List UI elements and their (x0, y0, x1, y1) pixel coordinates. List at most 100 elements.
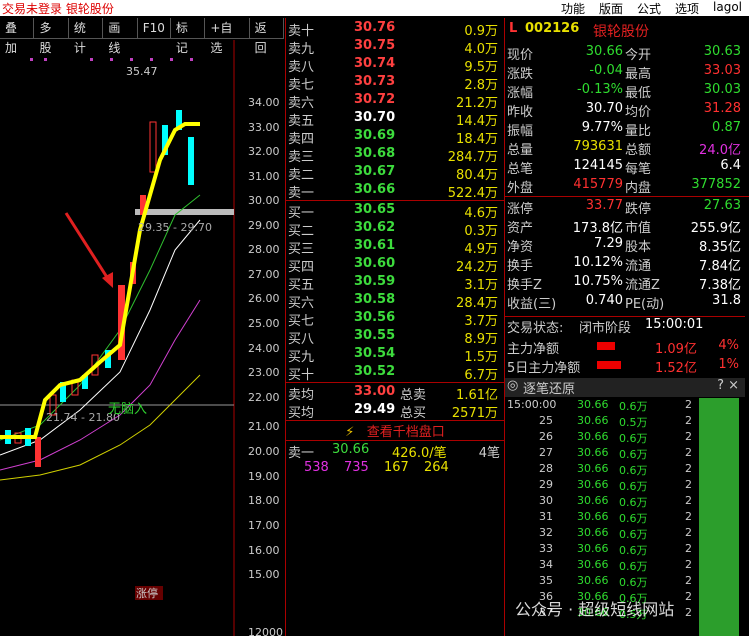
ask-row[interactable]: 卖八 30.74 9.5万 (288, 56, 502, 75)
level-label: 买八 (288, 332, 315, 347)
svg-text:25.00: 25.00 (248, 317, 280, 330)
level-volume: 8.9万 (464, 332, 498, 347)
level-label: 买五 (288, 278, 315, 293)
mark-button[interactable]: 标记 (171, 18, 206, 55)
level-volume: 14.4万 (456, 114, 498, 129)
bid-row[interactable]: 买五 30.59 3.1万 (288, 274, 502, 293)
bid-row[interactable]: 买十 30.52 6.7万 (288, 364, 502, 383)
quote-label: 总笔 (507, 162, 534, 177)
bid-row[interactable]: 买三 30.61 4.9万 (288, 238, 502, 257)
quote-label: 每笔 (625, 162, 652, 177)
status-time: 15:00:01 (645, 317, 704, 332)
level-label: 买六 (288, 296, 315, 311)
svg-text:32.00: 32.00 (248, 145, 280, 158)
bid-row[interactable]: 买九 30.54 1.5万 (288, 346, 502, 365)
f10-button[interactable]: F10 (138, 18, 171, 38)
quote-value: 6.4 (720, 158, 741, 173)
level-label: 买一 (288, 206, 315, 221)
limit-up-tag: 涨停 (136, 586, 158, 600)
trade-time: 32 (539, 526, 553, 539)
menu-function[interactable]: 功能 (554, 0, 592, 17)
trades-header[interactable]: ◎ 逐笔还原? × (505, 378, 745, 397)
level-price: 30.74 (354, 56, 396, 71)
trade-time: 30 (539, 494, 553, 507)
bid-row[interactable]: 买二 30.62 0.3万 (288, 220, 502, 239)
quote-value: 30.66 (585, 44, 623, 59)
menu-user[interactable]: lagol (706, 0, 749, 17)
avg-buy-row: 买均 29.49 总买 2571万 (288, 402, 502, 421)
back-button[interactable]: 返回 (250, 18, 285, 55)
trade-row: 28 30.66 0.6万 2 (505, 462, 745, 478)
ask-row[interactable]: 卖七 30.73 2.8万 (288, 74, 502, 93)
add-watchlist-button[interactable]: +自选 (205, 18, 250, 55)
total-label: 总卖 (400, 388, 427, 403)
quote-label: 跌停 (625, 202, 652, 217)
trade-volume: 0.6万 (619, 432, 648, 445)
depth-book-button[interactable]: ⚡ 查看千档盘口 (286, 421, 504, 440)
menu-options[interactable]: 选项 (668, 0, 706, 17)
menu-formula[interactable]: 公式 (630, 0, 668, 17)
order-queue: 538 735 167 264 (288, 460, 502, 478)
level-label: 买三 (288, 242, 315, 257)
level-price: 30.52 (354, 364, 396, 379)
svg-text:18.00: 18.00 (248, 494, 280, 507)
stock-code: 002126 (525, 21, 580, 36)
overlay-button[interactable]: 叠加 (0, 18, 35, 55)
help-icon[interactable]: ? × (717, 378, 739, 393)
queued-order: 735 (344, 460, 369, 475)
ask-row[interactable]: 卖二 30.67 80.4万 (288, 164, 502, 183)
queued-order: 167 (384, 460, 409, 475)
quote-value: 124145 (573, 158, 623, 173)
quote-value: 24.0亿 (699, 143, 741, 158)
trade-volume: 0.6万 (619, 400, 648, 413)
svg-text:16.00: 16.00 (248, 544, 280, 557)
flow-bar (597, 361, 621, 369)
trade-row: 30 30.66 0.6万 2 (505, 494, 745, 510)
trade-count: 2 (685, 478, 692, 491)
level-label: 卖八 (288, 60, 315, 75)
level-volume: 6.7万 (464, 368, 498, 383)
quote-row: 净资 7.29 股本 8.35亿 (505, 236, 745, 255)
stats-button[interactable]: 统计 (69, 18, 104, 55)
bid-row[interactable]: 买四 30.60 24.2万 (288, 256, 502, 275)
ask-row[interactable]: 卖三 30.68 284.7万 (288, 146, 502, 165)
ask-row[interactable]: 卖四 30.69 18.4万 (288, 128, 502, 147)
ask-row[interactable]: 卖九 30.75 4.0万 (288, 38, 502, 57)
level-volume: 3.7万 (464, 314, 498, 329)
ask-row[interactable]: 卖五 30.70 14.4万 (288, 110, 502, 129)
level-price: 30.68 (354, 146, 396, 161)
quote-value: 33.77 (585, 198, 623, 213)
quote-value: 377852 (691, 177, 741, 192)
level-label: 卖九 (288, 42, 315, 57)
ask-row[interactable]: 卖十 30.76 0.9万 (288, 20, 502, 39)
chart-toolbar: 叠加 多股 统计 画线 F10 标记 +自选 返回 (0, 18, 285, 55)
level-price: 30.60 (354, 256, 396, 271)
trade-time: 33 (539, 542, 553, 555)
quote-label: 涨跌 (507, 67, 534, 82)
trade-price: 30.66 (577, 414, 609, 427)
quote-label: 内盘 (625, 181, 652, 196)
detail-volume: 426.0/笔 (392, 446, 447, 461)
quote-label: 换手Z (507, 278, 542, 293)
multi-stock-button[interactable]: 多股 (34, 18, 69, 55)
candlestick-chart[interactable]: 35.47 29.35 - 29.70 21.74 - 21.80 无脑入 涨停… (0, 40, 284, 636)
detail-label: 卖一 (288, 446, 315, 461)
svg-text:31.00: 31.00 (248, 170, 280, 183)
trade-time: 25 (539, 414, 553, 427)
avg-price: 29.49 (354, 402, 396, 417)
ask-row[interactable]: 卖一 30.66 522.4万 (288, 182, 502, 201)
draw-line-button[interactable]: 画线 (103, 18, 138, 55)
bid-row[interactable]: 买八 30.55 8.9万 (288, 328, 502, 347)
bid-row[interactable]: 买一 30.65 4.6万 (288, 202, 502, 221)
bid-row[interactable]: 买六 30.58 28.4万 (288, 292, 502, 311)
bid-row[interactable]: 买七 30.56 3.7万 (288, 310, 502, 329)
ask-row[interactable]: 卖六 30.72 21.2万 (288, 92, 502, 111)
level-label: 卖五 (288, 114, 315, 129)
trade-row: 15:00:00 30.66 0.6万 2 (505, 398, 745, 414)
level-volume: 80.4万 (456, 168, 498, 183)
menu-layout[interactable]: 版面 (592, 0, 630, 17)
trade-count: 2 (685, 526, 692, 539)
trade-price: 30.66 (577, 398, 609, 411)
price-axis: 34.00 33.00 32.00 31.00 30.00 29.00 28.00 27… (248, 96, 283, 636)
trade-count: 2 (685, 558, 692, 571)
